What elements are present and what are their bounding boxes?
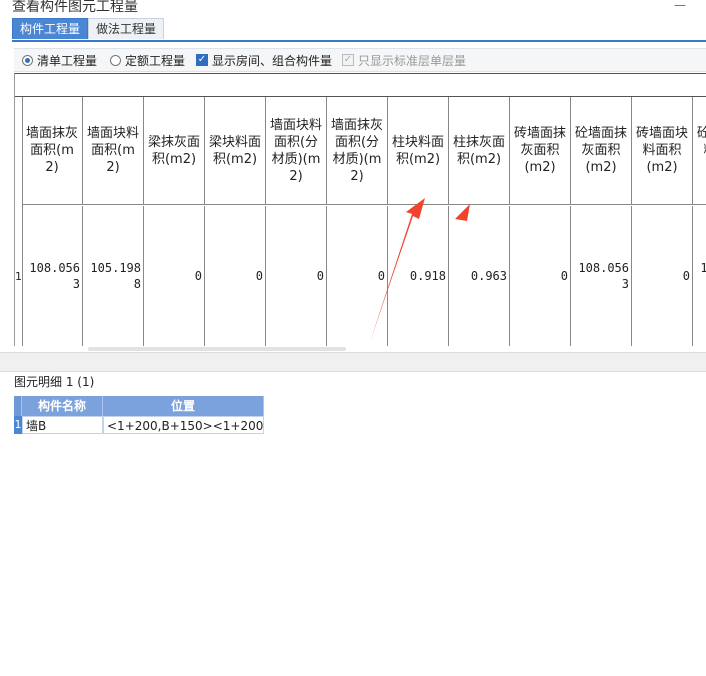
red-arrow-icon — [446, 204, 470, 316]
panel-splitter[interactable] — [0, 352, 706, 372]
detail-cell-position[interactable]: <1+200,B+150><1+200... — [103, 416, 264, 434]
detail-header-position[interactable]: 位置 — [103, 396, 264, 416]
detail-row-number[interactable]: 1 — [14, 416, 22, 434]
detail-cell-name[interactable]: 墙B — [22, 416, 103, 434]
annotation-arrows — [370, 198, 470, 342]
detail-header-name[interactable]: 构件名称 — [22, 396, 103, 416]
red-arrow-icon — [370, 198, 425, 342]
detail-corner — [14, 396, 22, 416]
element-detail-label: 图元明细 1 (1) — [14, 375, 95, 389]
